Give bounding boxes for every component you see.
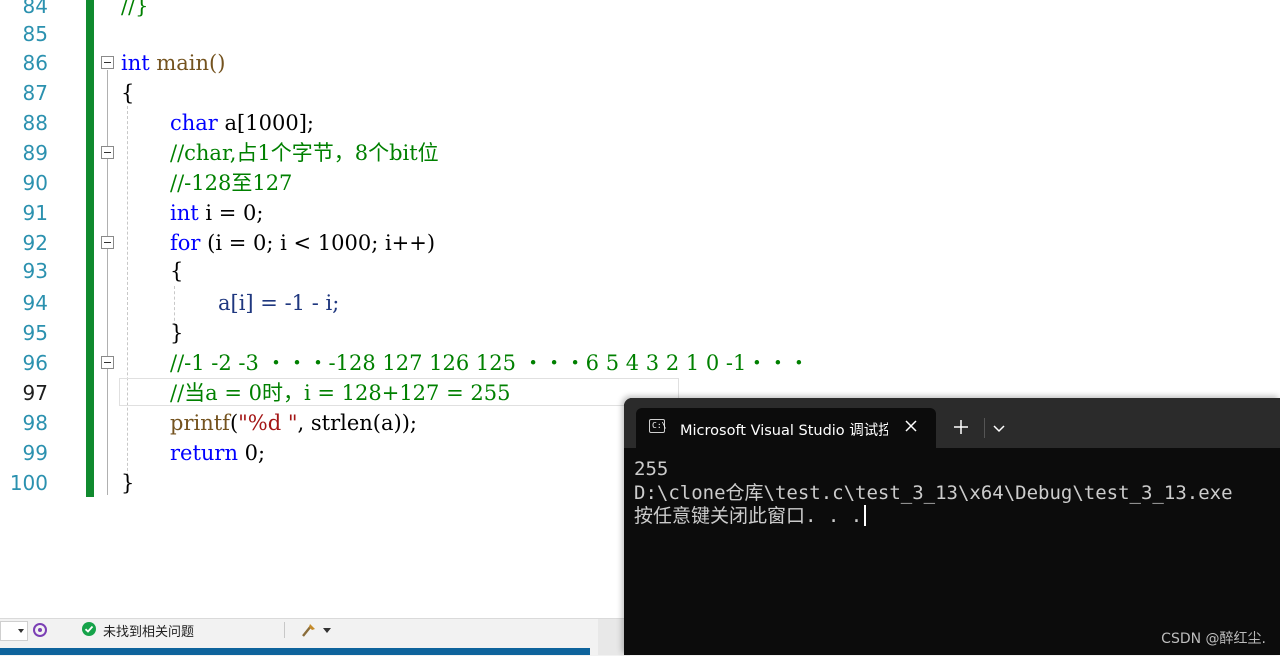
issues-status-text[interactable]: 未找到相关问题: [103, 621, 194, 640]
intellicode-icon[interactable]: [32, 622, 48, 638]
console-output-line: 按任意键关闭此窗口. . .: [634, 505, 867, 528]
fold-toggle-for[interactable]: [101, 236, 114, 249]
no-issues-check-icon: [82, 622, 96, 636]
console-output-line: 255: [634, 458, 669, 480]
fold-toggle-comment-1[interactable]: [101, 146, 114, 159]
chevron-down-icon[interactable]: [990, 420, 1008, 438]
code-line-96: 96 //-1 -2 -3 ・・・-128 127 126 125 ・・・6 5…: [22, 351, 810, 375]
terminal-icon: C:\: [649, 419, 666, 433]
code-line-88: 88 char a[1000];: [22, 111, 314, 135]
code-line-95: 95 }: [22, 321, 184, 345]
console-output-line: D:\clone仓库\test.c\test_3_13\x64\Debug\te…: [634, 482, 1233, 504]
code-line-90: 90 //-128至127: [22, 171, 293, 195]
debug-console-window[interactable]: C:\ Microsoft Visual Studio 调试控制台 255 D:…: [624, 398, 1280, 655]
progress-strip: [0, 648, 590, 655]
code-line-91: 91 int i = 0;: [22, 201, 264, 225]
code-line-89: 89 //char,占1个字节，8个bit位: [22, 141, 439, 165]
code-line-92: 92 for (i = 0; i < 1000; i++): [22, 231, 436, 255]
console-tab[interactable]: C:\ Microsoft Visual Studio 调试控制台: [636, 408, 936, 448]
code-cleanup-icon[interactable]: [300, 621, 318, 639]
code-line-86: 86 int main(): [22, 51, 226, 75]
console-tab-title: Microsoft Visual Studio 调试控制台: [680, 423, 888, 439]
fold-toggle-comment-2[interactable]: [101, 356, 114, 369]
code-line-87: 87 {: [22, 81, 135, 105]
code-line-85: 85: [22, 22, 48, 46]
cleanup-dropdown-chevron-icon[interactable]: [323, 628, 331, 633]
code-line-94: 94 a[i] = -1 - i;: [22, 291, 340, 315]
fold-toggle-main[interactable]: [101, 56, 114, 69]
new-tab-plus-icon[interactable]: [952, 418, 970, 436]
zoom-dropdown[interactable]: [0, 621, 28, 641]
watermark: CSDN @醉红尘.: [1161, 631, 1266, 647]
code-line-84: 84 //}: [22, 0, 149, 18]
console-title-bar: C:\ Microsoft Visual Studio 调试控制台: [624, 398, 1280, 448]
status-divider: [284, 622, 285, 638]
title-divider: [984, 418, 985, 438]
text-cursor: [864, 505, 867, 526]
chevron-down-icon: [18, 629, 24, 633]
code-line-93: 93 {: [22, 259, 184, 283]
close-icon[interactable]: [902, 417, 920, 435]
